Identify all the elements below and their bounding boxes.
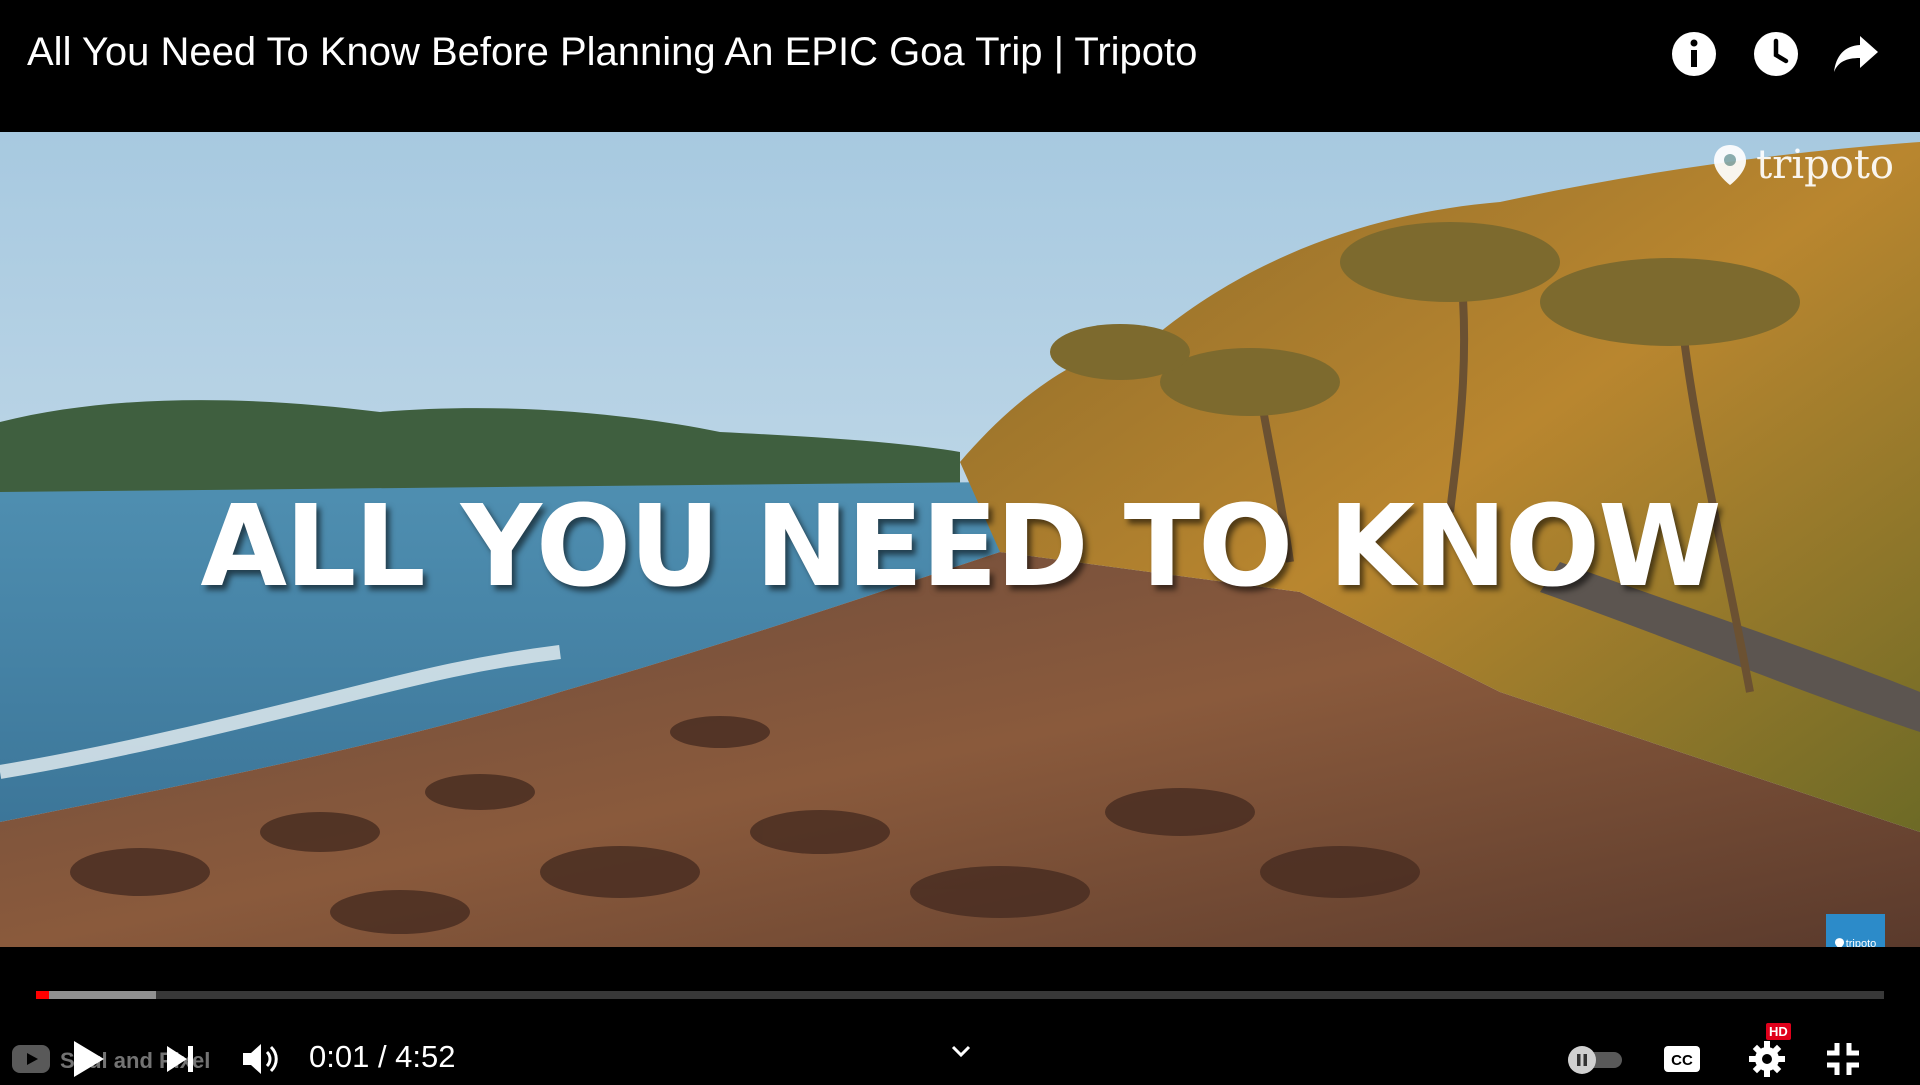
svg-text:CC: CC — [1671, 1052, 1693, 1069]
video-overlay-title: ALL YOU NEED TO KNOW — [200, 482, 1721, 612]
watermark-label: tripoto — [1845, 937, 1877, 948]
watch-later-clock-icon[interactable] — [1750, 28, 1802, 80]
captions-icon[interactable]: CC — [1660, 1033, 1704, 1085]
video-frame[interactable]: tripoto ALL YOU NEED TO KNOW tripoto — [0, 132, 1920, 947]
progress-loaded — [36, 991, 157, 999]
hd-badge: HD — [1766, 1023, 1791, 1040]
brand-name: tripoto — [1756, 142, 1894, 188]
player-controls: Soul and Pixel 0:01 / 4:52 CC HD — [0, 947, 1920, 1080]
play-icon[interactable] — [66, 1033, 112, 1085]
location-pin-icon — [1714, 145, 1747, 185]
time-display: 0:01 / 4:52 — [309, 1039, 456, 1074]
location-pin-icon — [1834, 938, 1844, 947]
channel-watermark[interactable]: tripoto — [1826, 914, 1885, 947]
share-arrow-icon[interactable] — [1830, 28, 1882, 80]
video-title-bar: All You Need To Know Before Planning An … — [0, 0, 1920, 132]
exit-fullscreen-icon[interactable] — [1820, 1033, 1866, 1085]
video-title[interactable]: All You Need To Know Before Planning An … — [27, 28, 1197, 76]
settings-gear-icon[interactable] — [1744, 1033, 1790, 1085]
tripoto-logo: tripoto — [1712, 142, 1894, 188]
autoplay-toggle-icon[interactable] — [1562, 1033, 1628, 1085]
progress-bar[interactable] — [36, 991, 1884, 999]
progress-played — [36, 991, 49, 999]
volume-icon[interactable] — [238, 1033, 284, 1085]
chevron-down-icon[interactable] — [944, 1025, 978, 1077]
youtube-icon[interactable] — [10, 1033, 52, 1085]
info-icon[interactable] — [1668, 28, 1720, 80]
next-icon[interactable] — [160, 1033, 200, 1085]
